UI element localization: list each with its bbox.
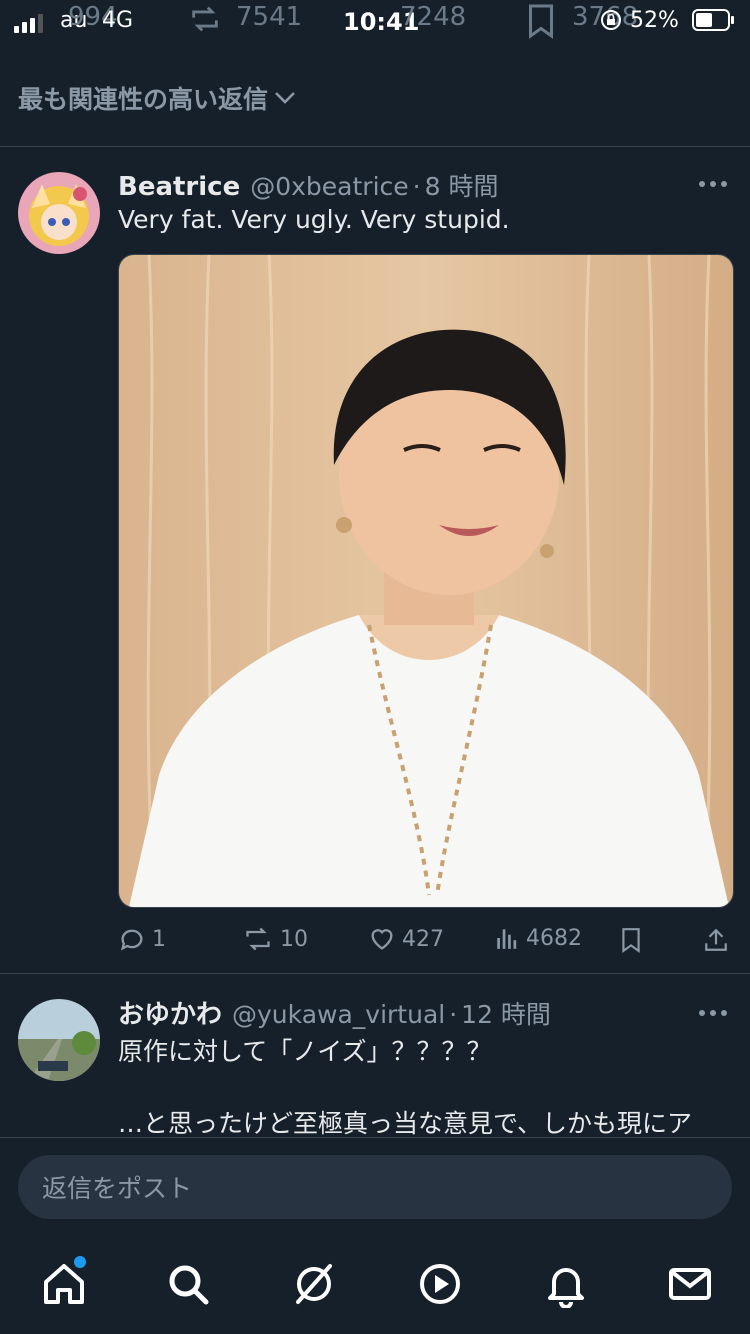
grok-icon[interactable] [290,1260,338,1308]
views-chart-icon [494,925,520,951]
ghost-retweets: 7541 [236,2,303,32]
more-icon[interactable] [698,179,728,189]
views-count: 4682 [526,925,582,951]
meta-separator: · [412,172,421,201]
retweet-button[interactable]: 10 [242,925,308,953]
share-icon[interactable] [703,927,729,953]
bookmark-icon[interactable] [620,927,642,953]
divider [0,1137,750,1138]
timestamp[interactable]: 8 時間 [425,167,499,203]
reply-button[interactable]: 1 [118,925,166,953]
reply-placeholder: 返信をポスト [42,1174,193,1203]
reply-count: 1 [152,926,166,952]
chevron-down-icon [274,90,296,106]
network: 4G [102,8,134,33]
tweet-text-line: …と思ったけど至極真っ当な意見で、しかも現にア [118,1109,693,1137]
tweet-photo[interactable] [118,254,734,908]
reply-input[interactable]: 返信をポスト [18,1155,732,1219]
author-handle[interactable]: @0xbeatrice [250,172,408,201]
ghost-retweet-icon [185,2,225,36]
bell-icon[interactable] [542,1260,590,1308]
timestamp[interactable]: 12 時間 [461,995,551,1031]
more-icon[interactable] [698,1008,728,1018]
author-handle[interactable]: @yukawa_virtual [232,1000,445,1029]
reply-tweet[interactable]: おゆかわ @yukawa_virtual · 12 時間 原作に対して「ノイズ」… [0,974,750,1137]
avatar[interactable] [18,999,100,1081]
reply-sort-label: 最も関連性の高い返信 [18,85,269,114]
views-button[interactable]: 4682 [494,925,582,951]
tweet-text: Very fat. Very ugly. Very stupid. [118,205,510,234]
ghost-bookmark-icon [526,2,556,40]
mail-icon[interactable] [666,1260,714,1308]
search-icon[interactable] [164,1260,212,1308]
heart-icon [368,925,396,953]
ghost-likes: 7248 [400,2,467,32]
tweet-text-line: 原作に対して「ノイズ」？？？？ [118,1037,492,1066]
notification-dot [74,1256,86,1268]
reply-icon [118,925,146,953]
like-count: 427 [402,926,444,952]
like-button[interactable]: 427 [368,925,444,953]
reply-sort-selector[interactable]: 最も関連性の高い返信 [18,80,296,116]
author-name[interactable]: おゆかわ [118,994,222,1031]
avatar[interactable] [18,172,100,254]
battery-icon [692,8,736,32]
video-icon[interactable] [416,1260,464,1308]
signal-icon [14,14,43,33]
status-bar: au 994 4G 7541 10:41 7248 3768 52% [0,0,750,42]
bottom-tab-bar [0,1240,750,1334]
meta-separator: · [449,1000,458,1029]
author-name[interactable]: Beatrice [118,172,240,202]
battery-percent: 52% [630,8,679,33]
retweet-count: 10 [280,926,308,952]
rotation-lock-icon [600,9,622,31]
retweet-icon [242,925,274,953]
reply-tweet[interactable]: Beatrice @0xbeatrice · 8 時間 Very fat. Ve… [0,147,750,973]
